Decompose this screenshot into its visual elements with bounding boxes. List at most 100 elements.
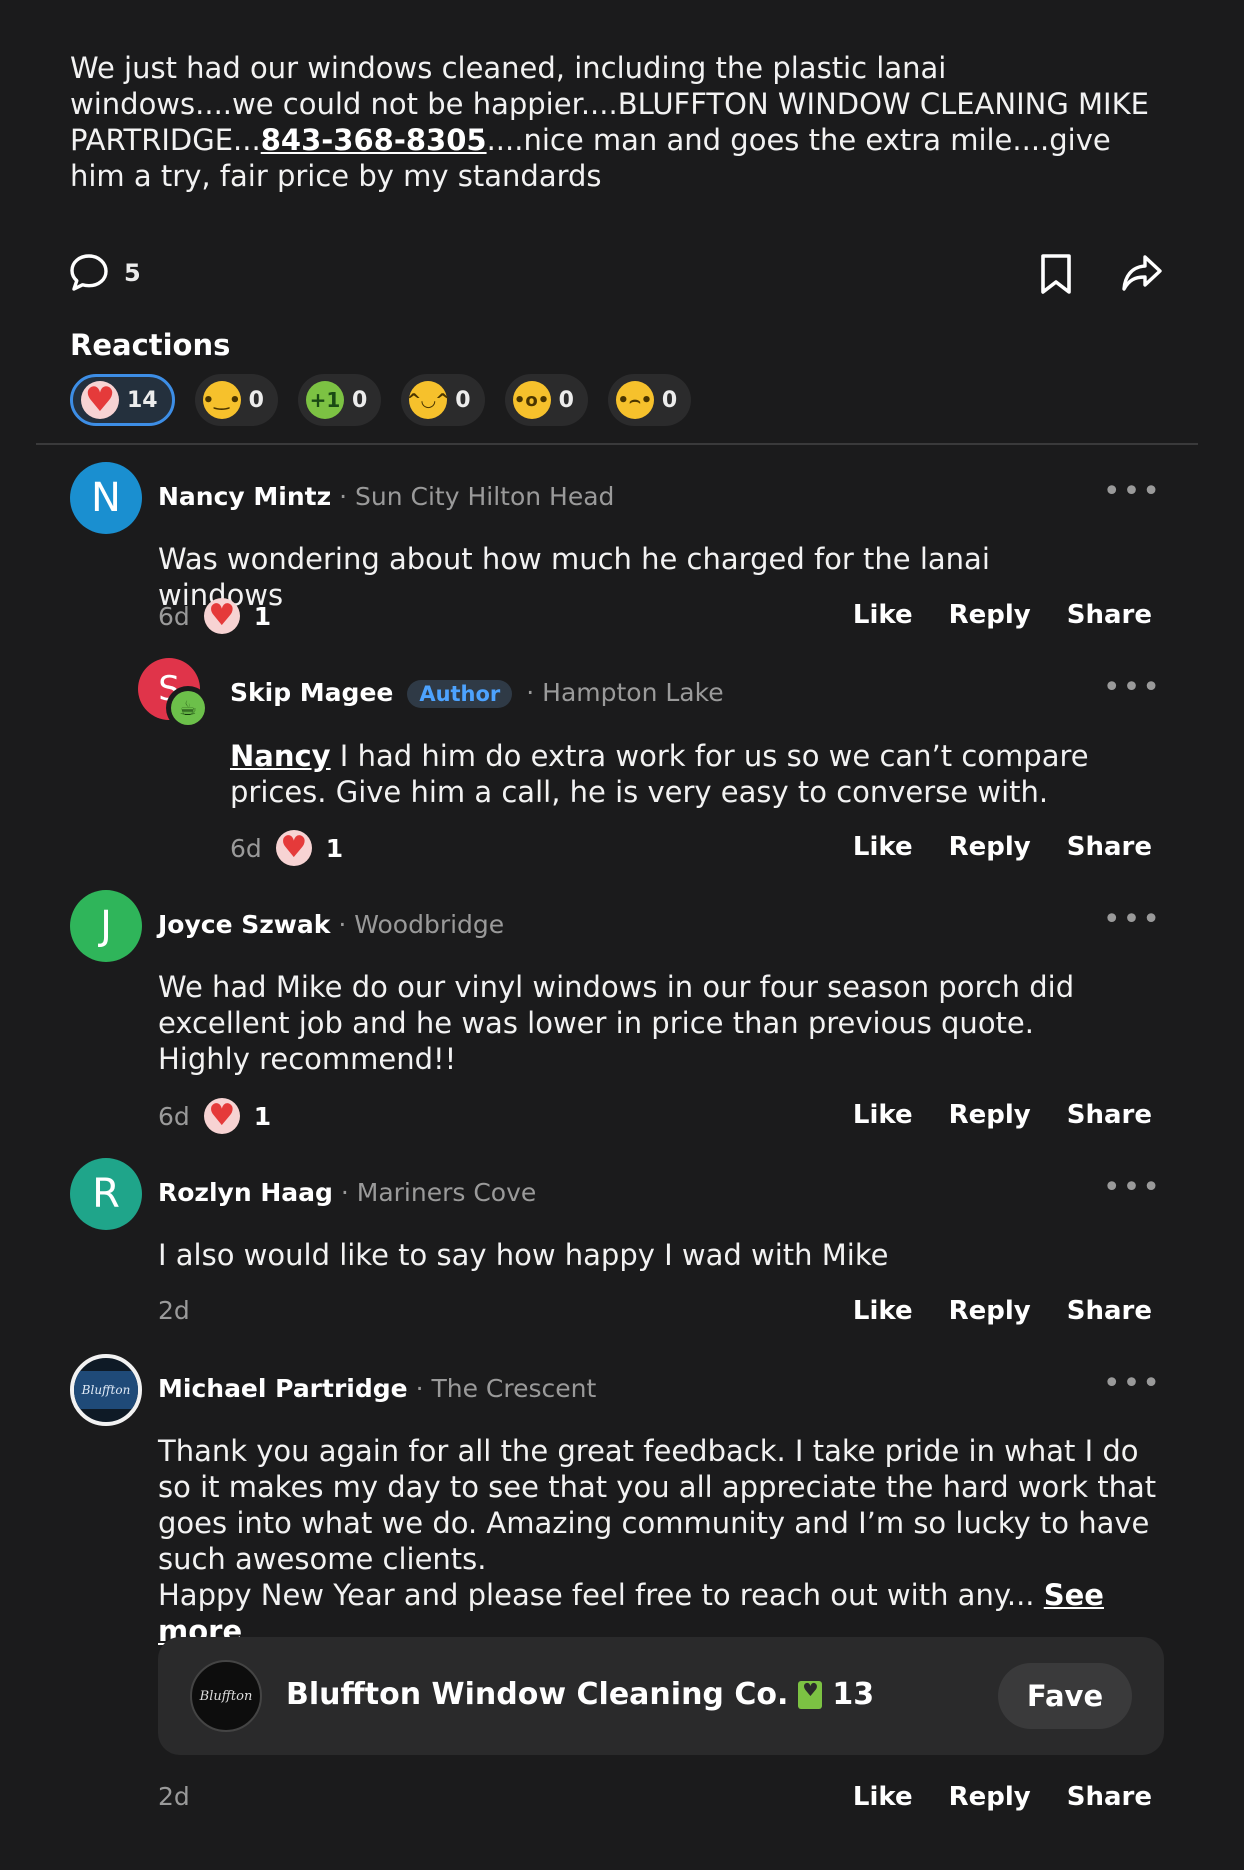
smile-icon: •‿• <box>202 381 241 419</box>
comment-header: Skip Magee Author · Hampton Lake <box>230 678 724 708</box>
more-options-icon[interactable]: ••• <box>1103 902 1162 937</box>
author-name[interactable]: Joyce Szwak <box>158 910 330 939</box>
bookmark-icon <box>1041 254 1071 294</box>
share-post-button[interactable] <box>1120 252 1164 294</box>
timestamp: 6d <box>230 833 262 863</box>
comment-text: Nancy I had him do extra work for us so … <box>230 738 1170 810</box>
neighborhood[interactable]: · The Crescent <box>416 1374 597 1403</box>
sad-icon: •⌢• <box>615 381 654 419</box>
avatar[interactable]: N <box>70 462 142 534</box>
reaction-count: 0 <box>351 387 368 413</box>
heart-icon[interactable] <box>203 1098 240 1134</box>
comment-header: Rozlyn Haag · Mariners Cove <box>158 1178 536 1207</box>
author-name[interactable]: Skip Magee <box>230 678 393 707</box>
like-button[interactable]: Like <box>853 832 913 862</box>
timestamp: 2d <box>158 1782 190 1811</box>
comment-text-body: I had him do extra work for us so we can… <box>230 739 1089 809</box>
reaction-count: 0 <box>661 387 678 413</box>
reaction-wow[interactable]: •o• 0 <box>504 374 588 426</box>
reply-button[interactable]: Reply <box>949 1782 1031 1812</box>
reaction-heart[interactable]: 14 <box>70 374 175 426</box>
mug-icon: ☕ <box>171 691 205 725</box>
like-button[interactable]: Like <box>853 600 913 630</box>
post-body: We just had our windows cleaned, includi… <box>70 50 1150 194</box>
reply-button[interactable]: Reply <box>949 1296 1031 1326</box>
neighborhood[interactable]: · Sun City Hilton Head <box>339 482 614 511</box>
comments-button[interactable]: 5 <box>68 252 141 294</box>
comment-bubble-icon <box>70 254 108 291</box>
share-button[interactable]: Share <box>1067 1100 1152 1130</box>
neighborhood[interactable]: · Hampton Lake <box>526 678 723 707</box>
share-button[interactable]: Share <box>1067 600 1152 630</box>
grin-icon: ^◡^ <box>406 381 450 419</box>
like-count: 1 <box>325 833 344 863</box>
share-button[interactable]: Share <box>1067 832 1152 862</box>
timestamp: 6d <box>158 601 190 631</box>
like-button[interactable]: Like <box>853 1782 913 1812</box>
phone-link[interactable]: 843-368-8305 <box>261 123 487 157</box>
comment-actions: Like Reply Share <box>853 1782 1152 1812</box>
comment-actions: Like Reply Share <box>853 1100 1152 1130</box>
author-badge-icon: ☕ <box>166 686 210 730</box>
author-name[interactable]: Nancy Mintz <box>158 482 331 511</box>
comment-header: Nancy Mintz · Sun City Hilton Head <box>158 482 614 511</box>
neighborhood[interactable]: · Woodbridge <box>338 910 504 939</box>
business-title: Bluffton Window Cleaning Co. 13 <box>286 1677 874 1712</box>
reply-button[interactable]: Reply <box>949 600 1031 630</box>
business-name[interactable]: Bluffton Window Cleaning Co. <box>286 1677 788 1712</box>
reply-button[interactable]: Reply <box>949 1100 1031 1130</box>
comment-text: Thank you again for all the great feedba… <box>158 1433 1168 1649</box>
comment-meta: 6d 1 <box>158 1098 271 1134</box>
reaction-count: 0 <box>558 387 574 413</box>
comment-text-paragraph: Thank you again for all the great feedba… <box>158 1434 1157 1576</box>
more-options-icon[interactable]: ••• <box>1103 474 1162 509</box>
comment-actions: Like Reply Share <box>853 832 1152 862</box>
reaction-sad[interactable]: •⌢• 0 <box>607 374 692 426</box>
author-name[interactable]: Michael Partridge <box>158 1374 408 1403</box>
like-count: 1 <box>253 1101 272 1131</box>
share-arrow-icon <box>1122 255 1162 291</box>
fave-badge-icon <box>798 1680 823 1709</box>
reaction-count: 0 <box>248 387 264 413</box>
timestamp: 6d <box>158 1101 190 1131</box>
more-options-icon[interactable]: ••• <box>1103 1170 1162 1205</box>
reaction-smile[interactable]: •‿• 0 <box>194 374 278 426</box>
share-button[interactable]: Share <box>1067 1296 1152 1326</box>
wow-icon: •o• <box>512 381 551 419</box>
reactions-bar: 14 •‿• 0 +1 0 ^◡^ 0 •o• 0 •⌢• 0 <box>70 374 692 426</box>
avatar[interactable]: J <box>70 890 142 962</box>
business-logo-image: Bluffton <box>74 1370 138 1410</box>
fave-button[interactable]: Fave <box>998 1663 1132 1729</box>
avatar[interactable]: Bluffton <box>70 1354 142 1426</box>
mention-link[interactable]: Nancy <box>230 739 331 773</box>
more-options-icon[interactable]: ••• <box>1103 1366 1162 1401</box>
business-logo: Bluffton <box>190 1660 262 1732</box>
reply-button[interactable]: Reply <box>949 832 1031 862</box>
reaction-grin[interactable]: ^◡^ 0 <box>401 374 485 426</box>
author-name[interactable]: Rozlyn Haag <box>158 1178 333 1207</box>
comment-text: I also would like to say how happy I wad… <box>158 1238 889 1272</box>
comment-header: Joyce Szwak · Woodbridge <box>158 910 504 939</box>
reaction-plus-one[interactable]: +1 0 <box>297 374 382 426</box>
avatar[interactable]: R <box>70 1158 142 1230</box>
more-options-icon[interactable]: ••• <box>1103 670 1162 705</box>
like-button[interactable]: Like <box>853 1296 913 1326</box>
comment-count: 5 <box>124 259 141 287</box>
reaction-count: 14 <box>127 387 158 413</box>
bookmark-button[interactable] <box>1038 252 1074 296</box>
comment-text: We had Mike do our vinyl windows in our … <box>158 970 1075 1076</box>
comment-text-truncated: Happy New Year and please feel free to r… <box>158 1578 1035 1612</box>
author-badge: Author <box>407 680 513 708</box>
comment-actions: Like Reply Share <box>853 1296 1152 1326</box>
share-button[interactable]: Share <box>1067 1782 1152 1812</box>
comment-meta: 6d 1 <box>230 830 343 866</box>
heart-icon[interactable] <box>275 830 312 866</box>
like-button[interactable]: Like <box>853 1100 913 1130</box>
heart-icon <box>81 381 119 419</box>
comment-meta: 2d <box>158 1296 190 1325</box>
fave-count: 13 <box>832 1677 875 1712</box>
comment-actions: Like Reply Share <box>853 600 1152 630</box>
heart-icon[interactable] <box>203 598 240 634</box>
business-card[interactable]: Bluffton Bluffton Window Cleaning Co. 13… <box>158 1637 1164 1755</box>
neighborhood[interactable]: · Mariners Cove <box>341 1178 536 1207</box>
